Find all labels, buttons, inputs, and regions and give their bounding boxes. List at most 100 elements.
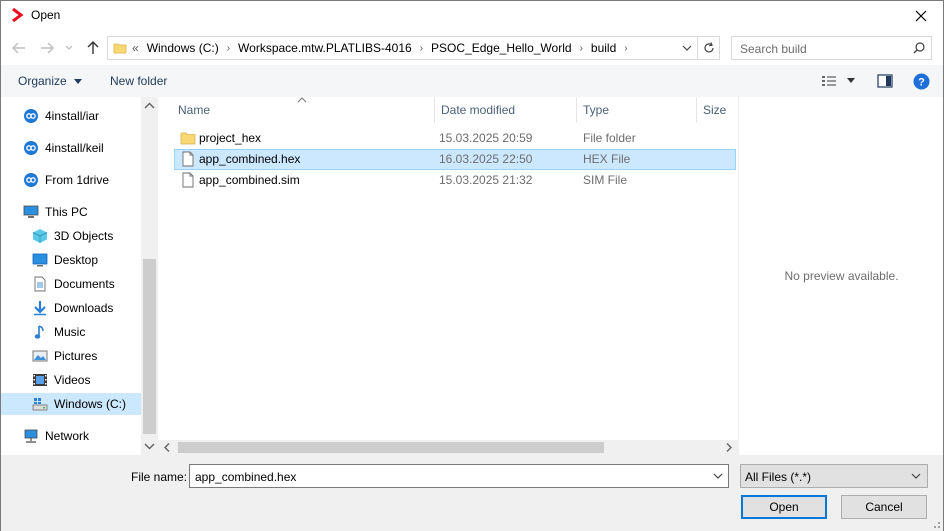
nav-item-4install-iar[interactable]: 4install/iar (1, 105, 141, 127)
nav-item-this-pc[interactable]: This PC (1, 201, 141, 223)
nav-item-from-1drive[interactable]: From 1drive (1, 169, 141, 191)
preview-message: No preview available. (784, 269, 899, 283)
breadcrumb-item-drive[interactable]: Windows (C:) (147, 41, 219, 55)
folder-icon (180, 132, 196, 145)
chevron-right-icon[interactable]: › (624, 43, 627, 54)
scroll-right-arrow-icon[interactable] (722, 440, 736, 455)
nav-item-label: Downloads (54, 301, 114, 315)
preview-pane-button[interactable] (877, 72, 893, 90)
nav-item-windows-c[interactable]: Windows (C:) (1, 393, 141, 415)
column-header-size[interactable]: Size (697, 97, 738, 123)
sort-ascending-icon (297, 97, 307, 103)
cloud-drive-icon (24, 109, 38, 123)
new-folder-button[interactable]: New folder (110, 74, 167, 88)
downloads-icon (34, 301, 46, 316)
resize-grip-icon[interactable] (931, 519, 941, 529)
column-header-type[interactable]: Type (577, 97, 697, 123)
breadcrumb: « Windows (C:) › Workspace.mtw.PLATLIBS-… (132, 41, 636, 55)
forward-button[interactable] (37, 38, 57, 58)
recent-locations-button[interactable] (63, 38, 75, 58)
nav-item-music[interactable]: Music (1, 321, 141, 343)
documents-icon (34, 276, 46, 292)
column-header-date-label: Date modified (441, 103, 516, 117)
navigation-scrollbar[interactable] (141, 97, 158, 455)
scrollbar-thumb[interactable] (143, 259, 156, 434)
cloud-drive-icon (24, 173, 38, 187)
refresh-icon (703, 42, 714, 53)
search-input[interactable]: Search build (731, 36, 932, 60)
videos-icon (33, 374, 47, 386)
organize-label: Organize (18, 74, 67, 88)
nav-item-3d-objects[interactable]: 3D Objects (1, 225, 141, 247)
chevron-down-icon[interactable] (681, 41, 693, 55)
nav-item-label: 3D Objects (54, 229, 114, 243)
title-bar: Open (1, 1, 943, 31)
nav-item-4install-keil[interactable]: 4install/keil (1, 137, 141, 159)
column-header-date[interactable]: Date modified (435, 97, 577, 123)
chevron-right-icon[interactable]: › (227, 43, 230, 54)
nav-item-pictures[interactable]: Pictures (1, 345, 141, 367)
nav-item-label: From 1drive (45, 173, 110, 187)
file-type: File folder (583, 131, 636, 145)
file-name-input[interactable]: app_combined.hex (189, 464, 729, 488)
music-icon (34, 325, 44, 339)
scroll-up-arrow-icon[interactable] (141, 99, 158, 113)
organize-button[interactable]: Organize (18, 74, 83, 88)
breadcrumb-overflow[interactable]: « (132, 41, 139, 55)
new-folder-label: New folder (110, 74, 168, 88)
refresh-button[interactable] (698, 36, 720, 60)
scroll-down-arrow-icon[interactable] (141, 439, 158, 453)
nav-item-network[interactable]: Network (1, 425, 141, 447)
close-icon (915, 10, 927, 22)
caret-down-icon (74, 79, 83, 84)
chevron-right-icon[interactable]: › (580, 43, 583, 54)
file-list[interactable]: Name Date modified Type Size project_hex… (158, 97, 738, 440)
breadcrumb-item-project[interactable]: PSOC_Edge_Hello_World (431, 41, 572, 55)
nav-item-videos[interactable]: Videos (1, 369, 141, 391)
up-button[interactable] (83, 38, 103, 58)
chevron-right-icon[interactable]: › (420, 43, 423, 54)
desktop-icon (32, 253, 48, 267)
nav-item-label: 4install/iar (45, 109, 100, 123)
nav-item-label: Music (54, 325, 86, 339)
file-list-horizontal-scrollbar[interactable] (158, 440, 738, 455)
back-button[interactable] (9, 38, 29, 58)
scroll-left-arrow-icon[interactable] (160, 440, 174, 455)
computer-icon (23, 205, 39, 218)
pictures-icon (32, 350, 48, 362)
file-row-selected[interactable]: app_combined.hex 16.03.2025 22:50 HEX Fi… (174, 149, 736, 170)
window-title: Open (31, 8, 61, 22)
drive-icon (32, 398, 48, 411)
file-date: 15.03.2025 20:59 (439, 131, 533, 145)
nav-item-label: Pictures (54, 349, 98, 363)
breadcrumb-item-build[interactable]: build (591, 41, 616, 55)
file-row[interactable]: app_combined.sim 15.03.2025 21:32 SIM Fi… (174, 170, 736, 191)
open-dialog: Open « Windows (C:) › Workspace.mtw.PLAT… (0, 0, 944, 531)
file-row[interactable]: project_hex 15.03.2025 20:59 File folder (174, 128, 736, 149)
address-bar[interactable]: « Windows (C:) › Workspace.mtw.PLATLIBS-… (107, 36, 698, 60)
app-logo-icon (12, 7, 24, 23)
navigation-pane[interactable]: 4install/iar 4install/keil From 1drive T… (1, 97, 141, 455)
breadcrumb-item-workspace[interactable]: Workspace.mtw.PLATLIBS-4016 (238, 41, 412, 55)
file-type-filter-select[interactable]: All Files (*.*) (740, 464, 928, 488)
file-type: HEX File (583, 152, 631, 166)
nav-item-documents[interactable]: Documents (1, 273, 141, 295)
open-button[interactable]: Open (741, 495, 827, 519)
change-view-button[interactable] (821, 72, 855, 90)
column-header-size-label: Size (703, 103, 727, 117)
arrow-right-icon (41, 42, 54, 54)
nav-item-label: 4install/keil (45, 141, 104, 155)
preview-pane-icon (877, 74, 893, 88)
help-button[interactable]: ? (913, 72, 930, 90)
file-type-filter-value: All Files (*.*) (745, 470, 812, 484)
file-name-value: app_combined.hex (195, 470, 297, 484)
search-placeholder: Search build (740, 42, 807, 56)
network-icon (24, 429, 38, 443)
cancel-button[interactable]: Cancel (841, 495, 927, 519)
nav-item-desktop[interactable]: Desktop (1, 249, 141, 271)
nav-item-downloads[interactable]: Downloads (1, 297, 141, 319)
chevron-down-icon[interactable] (713, 471, 723, 481)
close-button[interactable] (899, 1, 943, 31)
scrollbar-thumb[interactable] (178, 442, 604, 453)
file-name: app_combined.sim (199, 173, 300, 187)
